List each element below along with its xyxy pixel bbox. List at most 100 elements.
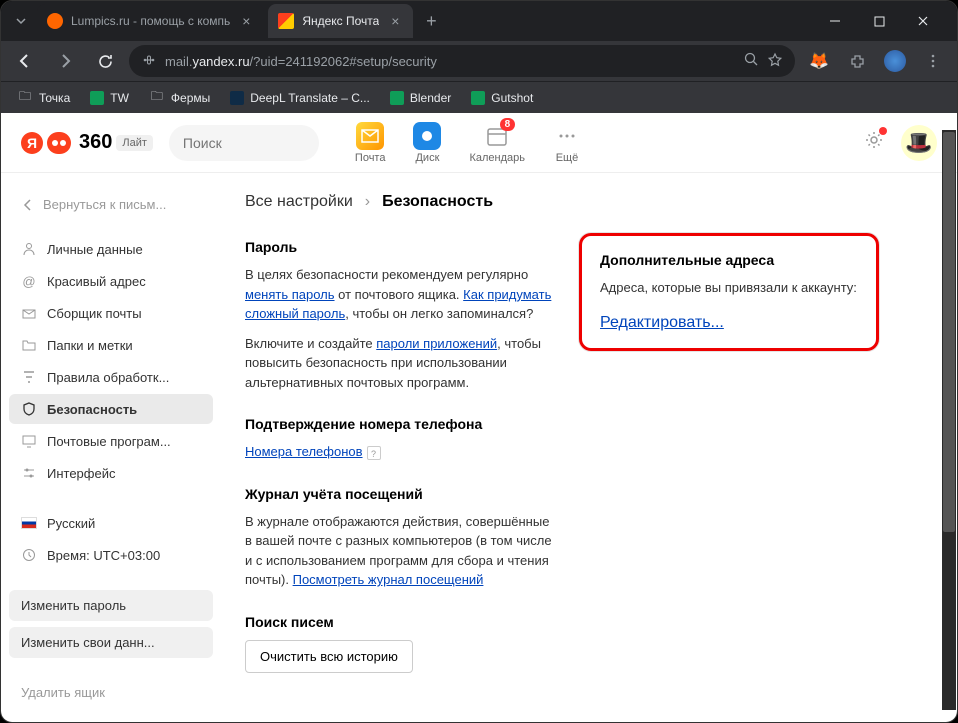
breadcrumb-all-settings[interactable]: Все настройки [245,193,353,211]
address-bar[interactable]: mail.yandex.ru/?uid=241192062#setup/secu… [129,45,795,77]
sidebar-item-timezone[interactable]: Время: UTC+03:00 [9,540,213,570]
sidebar-item-folders[interactable]: Папки и метки [9,330,213,360]
extensions-button[interactable] [841,45,873,77]
sliders-icon [21,465,37,481]
forward-button[interactable] [49,45,81,77]
tab-favicon [47,13,63,29]
additional-addresses-panel: Дополнительные адреса Адреса, которые вы… [579,233,879,351]
menu-button[interactable] [917,45,949,77]
section-phone: Подтверждение номера телефона Номера тел… [245,416,555,462]
calendar-badge: 8 [500,118,516,131]
sidebar-item-rules[interactable]: Правила обработк... [9,362,213,392]
section-title: Журнал учёта посещений [245,486,555,502]
disk-icon [413,122,441,150]
sidebar-item-interface[interactable]: Интерфейс [9,458,213,488]
titlebar: Lumpics.ru - помощь с компь × Яндекс Поч… [1,1,957,41]
bookmark-item[interactable]: 🗀Фермы [141,86,218,110]
tab-search-dropdown[interactable] [9,9,33,33]
breadcrumb-current: Безопасность [382,193,493,211]
reload-button[interactable] [89,45,121,77]
change-data-button[interactable]: Изменить свои данн... [9,627,213,658]
sidebar-item-security[interactable]: Безопасность [9,394,213,424]
back-button[interactable] [9,45,41,77]
view-journal-link[interactable]: Посмотреть журнал посещений [293,572,484,587]
clock-icon [21,547,37,563]
settings-gear-button[interactable] [863,129,885,156]
search-input[interactable] [183,135,364,151]
close-window-button[interactable] [909,7,937,35]
new-tab-button[interactable]: + [417,7,445,35]
edit-addresses-link[interactable]: Редактировать... [600,314,724,331]
delete-mailbox-link[interactable]: Удалить ящик [9,677,213,708]
browser-toolbar: mail.yandex.ru/?uid=241192062#setup/secu… [1,41,957,81]
section-journal: Журнал учёта посещений В журнале отображ… [245,486,555,590]
site-info-icon[interactable] [141,52,157,71]
section-text: В журнале отображаются действия, совершё… [245,512,555,590]
section-title: Пароль [245,239,555,255]
app-mail[interactable]: Почта [355,122,386,164]
bookmark-item[interactable]: Blender [382,87,459,109]
clear-history-button[interactable]: Очистить всю историю [245,640,413,673]
sidebar-item-programs[interactable]: Почтовые програм... [9,426,213,456]
person-icon [21,241,37,257]
sheet-icon [90,91,104,105]
monitor-icon [21,433,37,449]
app-calendar[interactable]: 8 Календарь [469,122,525,164]
arrow-left-icon [21,198,35,212]
filter-icon [21,369,37,385]
profile-avatar[interactable] [879,45,911,77]
yandex-360-logo[interactable]: Я 360 Лайт [21,131,153,154]
folder-icon [21,337,37,353]
yandex-logo-icon: Я [21,132,43,154]
minimize-button[interactable] [821,7,849,35]
deepl-icon [230,91,244,105]
at-icon: @ [21,273,37,289]
bookmark-item[interactable]: 🗀Точка [9,86,78,110]
user-avatar[interactable]: 🎩 [901,125,937,161]
change-password-link[interactable]: менять пароль [245,287,335,302]
app-passwords-link[interactable]: пароли приложений [376,336,497,351]
section-text: Адреса, которые вы привязали к аккаунту: [600,278,858,298]
zoom-icon[interactable] [744,52,759,70]
bookmark-star-icon[interactable] [767,52,783,71]
browser-tab-active[interactable]: Яндекс Почта × [268,4,413,38]
section-text: В целях безопасности рекомендуем регуляр… [245,265,555,324]
scrollbar-thumb[interactable] [943,132,955,532]
folder-icon: 🗀 [149,90,165,106]
sidebar-item-personal[interactable]: Личные данные [9,234,213,264]
logo-text: 360 [79,131,112,154]
browser-tab-inactive[interactable]: Lumpics.ru - помощь с компь × [37,4,264,38]
close-icon[interactable]: × [387,13,403,29]
sidebar-item-collector[interactable]: Сборщик почты [9,298,213,328]
section-password: Пароль В целях безопасности рекомендуем … [245,239,555,392]
inbox-icon [21,305,37,321]
breadcrumb: Все настройки › Безопасность [245,193,933,211]
app-disk[interactable]: Диск [413,122,441,164]
change-password-button[interactable]: Изменить пароль [9,590,213,621]
shield-icon [21,401,37,417]
folder-icon: 🗀 [17,90,33,106]
chevron-right-icon: › [365,193,370,211]
sidebar-item-language[interactable]: Русский [9,508,213,538]
app-header: Я 360 Лайт Почта Диск 8 Календарь [1,113,957,173]
tab-title: Яндекс Почта [302,14,379,28]
help-icon[interactable]: ? [367,446,381,460]
url-text: mail.yandex.ru/?uid=241192062#setup/secu… [165,54,736,69]
tab-title: Lumpics.ru - помощь с компь [71,14,230,28]
sidebar-item-address[interactable]: @Красивый адрес [9,266,213,296]
close-icon[interactable]: × [238,13,254,29]
phone-numbers-link[interactable]: Номера телефонов [245,444,363,459]
extension-icon[interactable]: 🦊 [803,45,835,77]
bookmark-item[interactable]: TW [82,87,137,109]
section-title: Подтверждение номера телефона [245,416,555,432]
app-more[interactable]: Ещё [553,122,581,164]
back-to-mail-link[interactable]: Вернуться к письм... [9,189,213,220]
sheet-icon [390,91,404,105]
maximize-button[interactable] [865,7,893,35]
bookmark-item[interactable]: Gutshot [463,87,541,109]
logo-badge: Лайт [116,135,153,151]
section-search: Поиск писем Очистить всю историю [245,614,555,673]
search-box[interactable] [169,125,319,161]
bookmark-item[interactable]: DeepL Translate – С... [222,87,378,109]
section-title: Поиск писем [245,614,555,630]
